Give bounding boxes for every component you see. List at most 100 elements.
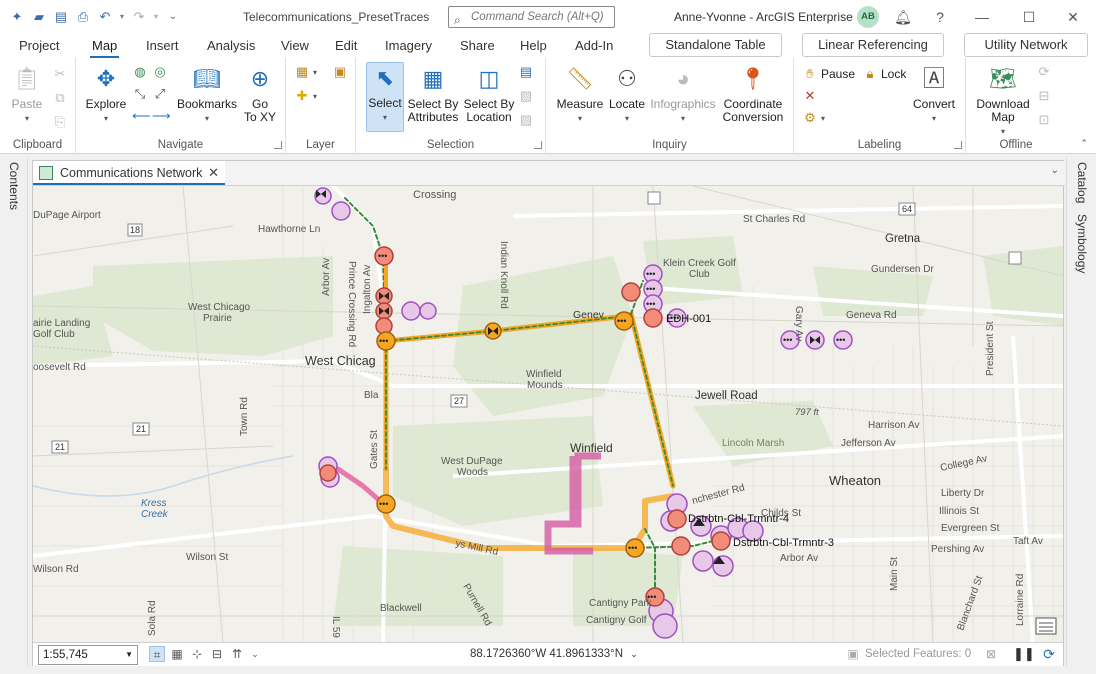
- paste-button[interactable]: 📋︎ Paste ▾: [6, 64, 48, 125]
- tab-share[interactable]: Share: [460, 38, 495, 53]
- basemap-button[interactable]: ▦ ▾: [294, 64, 317, 80]
- previous-extent-button[interactable]: ⟵: [132, 108, 151, 124]
- undo-icon[interactable]: ↶: [96, 8, 114, 26]
- map-tab[interactable]: Communications Network ✕: [33, 161, 225, 185]
- selection-launcher-icon[interactable]: [534, 141, 542, 149]
- bookmarks-button[interactable]: 📖︎ Bookmarks ▾: [174, 64, 240, 125]
- select-label: Select: [368, 96, 402, 110]
- clear-selection-button[interactable]: ▧: [518, 88, 534, 104]
- paste-label: Paste: [11, 97, 43, 111]
- refresh-icon[interactable]: ⟳: [1041, 646, 1057, 662]
- lock-labels-button[interactable]: 🔒︎ Lock: [862, 66, 907, 82]
- explore-button[interactable]: ✥ Explore ▾: [82, 64, 130, 125]
- tab-list-dropdown-icon[interactable]: ⌄: [1051, 165, 1059, 176]
- labeling-launcher-icon[interactable]: [954, 141, 962, 149]
- tab-analysis[interactable]: Analysis: [207, 38, 255, 53]
- tab-view[interactable]: View: [281, 38, 309, 53]
- sync-button[interactable]: ⟳: [1036, 64, 1052, 80]
- locate-button[interactable]: ⚇ Locate ▾: [606, 64, 648, 125]
- next-extent-button[interactable]: ⟶: [152, 108, 171, 124]
- tab-standalone-table[interactable]: Standalone Table: [649, 33, 782, 57]
- symbology-pane-tab[interactable]: Symbology: [1075, 214, 1089, 273]
- select-by-attributes-button[interactable]: ▦ Select By Attributes: [406, 64, 460, 124]
- full-extent-button[interactable]: ◍: [132, 64, 148, 80]
- customize-toolbar-icon[interactable]: ⌄: [164, 8, 182, 26]
- pause-labels-button[interactable]: ✋︎ Pause: [802, 66, 855, 82]
- tab-map[interactable]: Map: [89, 38, 120, 58]
- save-icon[interactable]: ▤: [52, 8, 70, 26]
- constraints-icon[interactable]: ⊹: [189, 646, 205, 662]
- tab-help[interactable]: Help: [520, 38, 547, 53]
- label-jewell-road: Jewell Road: [695, 390, 758, 402]
- copy-button[interactable]: ⧉: [52, 90, 68, 106]
- close-icon[interactable]: ✕: [1064, 8, 1082, 26]
- go-to-xy-button[interactable]: ⊕ Go To XY: [240, 64, 280, 124]
- zoom-to-selection-button[interactable]: ▨: [518, 112, 534, 128]
- locate-label: Locate: [608, 97, 646, 111]
- navigate-launcher-icon[interactable]: [274, 141, 282, 149]
- north-arrow-icon[interactable]: ⇈: [229, 646, 245, 662]
- tab-add-in[interactable]: Add-In: [575, 38, 613, 53]
- measure-button[interactable]: 📏︎ Measure ▾: [554, 64, 606, 125]
- zoom-out-button[interactable]: ⤢: [152, 86, 168, 102]
- more-labels-button[interactable]: ⚙ ▾: [802, 110, 825, 126]
- add-data-button[interactable]: ✚ ▾: [294, 88, 317, 104]
- tab-utility-network[interactable]: Utility Network: [964, 33, 1088, 57]
- new-project-icon[interactable]: ✦: [8, 8, 26, 26]
- coordinate-dropdown-icon[interactable]: ⌄: [630, 649, 638, 659]
- grid-icon[interactable]: ▦: [169, 646, 185, 662]
- correction-icon[interactable]: ⊟: [209, 646, 225, 662]
- maximize-icon[interactable]: ☐: [1020, 8, 1038, 26]
- zoom-in-button[interactable]: ⤡: [132, 86, 148, 102]
- tab-insert[interactable]: Insert: [146, 38, 179, 53]
- attributes-button[interactable]: ▤: [518, 64, 534, 80]
- avatar[interactable]: AB: [857, 6, 879, 28]
- open-folder-icon[interactable]: ▰: [30, 8, 48, 26]
- minimize-icon[interactable]: —: [973, 8, 991, 26]
- refresh-view-icon[interactable]: ⊠: [983, 646, 999, 662]
- select-by-attr-label-2: Attributes: [407, 110, 459, 124]
- label-cantigny-park: Cantigny Park: [589, 598, 653, 609]
- copy-path-button[interactable]: ⎘: [52, 114, 68, 130]
- view-unplaced-button[interactable]: ✕: [802, 88, 818, 104]
- tab-edit[interactable]: Edit: [335, 38, 357, 53]
- label-il-59: IL 59: [330, 616, 341, 638]
- download-map-button[interactable]: 🗺︎ Download Map ▾: [972, 64, 1034, 138]
- undo-dropdown-icon[interactable]: ▾: [118, 8, 126, 26]
- attribute-table-toggle-icon[interactable]: [1035, 617, 1057, 635]
- tab-linear-referencing[interactable]: Linear Referencing: [802, 33, 944, 57]
- cut-button[interactable]: ✂: [52, 66, 68, 82]
- catalog-pane-tab[interactable]: Catalog: [1075, 162, 1089, 203]
- tab-project[interactable]: Project: [19, 38, 59, 53]
- status-dropdown-icon[interactable]: ⌄: [247, 646, 263, 662]
- redo-icon[interactable]: ↷: [130, 8, 148, 26]
- device-4: [419, 302, 437, 320]
- binoculars-icon: ⚇: [617, 66, 637, 91]
- map-canvas[interactable]: 18 64 27 21 21 ••• ••• ••• ••• ••• ••• •…: [33, 186, 1063, 642]
- fixed-zoom-button[interactable]: ◎: [152, 64, 168, 80]
- snapping-icon[interactable]: ⌗: [149, 646, 165, 662]
- collapse-ribbon-icon[interactable]: ⌃: [1080, 138, 1088, 149]
- convert-button[interactable]: 🄰 Convert ▾: [906, 64, 962, 125]
- add-graphics-button[interactable]: ▣: [332, 64, 348, 80]
- print-icon[interactable]: ⎙: [74, 8, 92, 26]
- pause-drawing-icon[interactable]: ❚❚: [1013, 646, 1035, 662]
- coordinate-conversion-button[interactable]: 📍︎ Coordinate Conversion: [718, 64, 788, 124]
- notification-bell-icon[interactable]: 🔔︎: [894, 8, 912, 26]
- remove-offline-button[interactable]: ⊟: [1036, 88, 1052, 104]
- label-gundersen: Gundersen Dr: [871, 264, 934, 275]
- command-search-input[interactable]: ⌕ Command Search (Alt+Q): [448, 6, 615, 28]
- select-by-location-button[interactable]: ◫ Select By Location: [462, 64, 516, 124]
- map-status-bar: 1:55,745 ▼ ⌗ ▦ ⊹ ⊟ ⇈ ⌄ 88.1726360°W 41.8…: [33, 642, 1063, 666]
- offline-options-button[interactable]: ⊡: [1036, 112, 1052, 128]
- contents-pane-tab[interactable]: Contents: [7, 162, 21, 210]
- help-icon[interactable]: ?: [931, 8, 949, 26]
- search-placeholder: Command Search (Alt+Q): [471, 11, 604, 23]
- label-sola: Sola Rd: [147, 600, 158, 636]
- scale-select[interactable]: 1:55,745 ▼: [38, 645, 138, 665]
- close-tab-icon[interactable]: ✕: [208, 161, 219, 185]
- infographics-button[interactable]: ◕ Infographics ▾: [648, 64, 718, 125]
- tab-imagery[interactable]: Imagery: [385, 38, 432, 53]
- redo-dropdown-icon[interactable]: ▾: [152, 8, 160, 26]
- select-button[interactable]: ⬉ Select ▾: [366, 62, 404, 132]
